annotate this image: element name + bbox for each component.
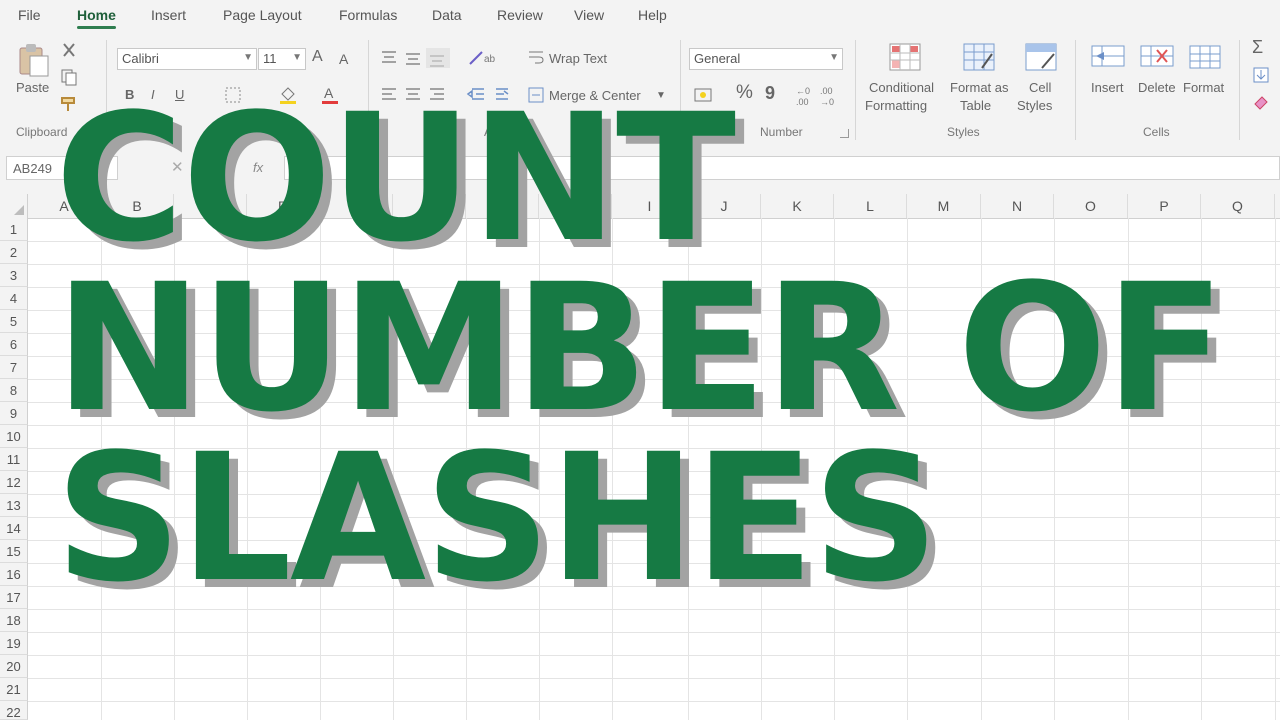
- row-header[interactable]: 22: [0, 701, 28, 720]
- number-format-value: General: [694, 51, 741, 66]
- row-header[interactable]: 7: [0, 356, 28, 379]
- wrap-text-button[interactable]: Wrap Text: [549, 50, 607, 68]
- row-header[interactable]: 8: [0, 379, 28, 402]
- row-header[interactable]: 4: [0, 287, 28, 310]
- row-header[interactable]: 3: [0, 264, 28, 287]
- font-name-value: Calibri: [122, 51, 159, 66]
- font-name-select[interactable]: Calibri ▼: [117, 48, 257, 70]
- menu-bar: File Home Insert Page Layout Formulas Da…: [0, 0, 1280, 34]
- cut-icon[interactable]: [60, 42, 78, 60]
- format-cells-icon: [1189, 45, 1221, 69]
- paste-icon: [19, 44, 49, 77]
- title-line-3: SLASHES: [55, 416, 939, 621]
- font-size-select[interactable]: 11 ▼: [258, 48, 306, 70]
- row-header[interactable]: 11: [0, 448, 28, 471]
- tab-formulas[interactable]: Formulas: [339, 7, 397, 23]
- clear-icon[interactable]: [1252, 92, 1270, 110]
- tab-insert[interactable]: Insert: [151, 7, 186, 23]
- row-header[interactable]: 14: [0, 517, 28, 540]
- row-header[interactable]: 1: [0, 218, 28, 241]
- shrink-font-button[interactable]: A: [339, 50, 348, 68]
- number-format-select[interactable]: General ▼: [689, 48, 843, 70]
- name-box-value: AB249: [13, 161, 53, 176]
- orientation-icon[interactable]: ab: [466, 48, 498, 68]
- cell-styles-icon: [1025, 43, 1057, 71]
- svg-text:ab: ab: [484, 54, 496, 65]
- row-header[interactable]: 17: [0, 586, 28, 609]
- row-header[interactable]: 2: [0, 241, 28, 264]
- tab-help[interactable]: Help: [638, 7, 667, 23]
- row-header[interactable]: 13: [0, 494, 28, 517]
- row-header[interactable]: 21: [0, 678, 28, 701]
- gridline: [28, 655, 1280, 656]
- paste-label: Paste: [16, 80, 50, 95]
- title-line-2: NUMBER OF: [55, 246, 1225, 451]
- tab-file[interactable]: File: [18, 7, 41, 23]
- row-header[interactable]: 9: [0, 402, 28, 425]
- tab-data[interactable]: Data: [432, 7, 462, 23]
- grow-font-button[interactable]: A: [312, 48, 323, 66]
- autosum-button[interactable]: Σ: [1252, 38, 1263, 56]
- row-header[interactable]: 6: [0, 333, 28, 356]
- delete-cells-icon: [1140, 45, 1174, 67]
- tab-view[interactable]: View: [574, 7, 604, 23]
- wrap-text-icon: [529, 51, 544, 64]
- insert-cells-icon: [1091, 45, 1125, 67]
- chevron-down-icon: ▼: [243, 52, 253, 63]
- select-all-button[interactable]: [0, 194, 28, 218]
- title-line-1: COUNT: [55, 76, 736, 281]
- separator: [1239, 40, 1240, 140]
- row-header[interactable]: 5: [0, 310, 28, 333]
- row-header[interactable]: 15: [0, 540, 28, 563]
- row-header[interactable]: 10: [0, 425, 28, 448]
- gridline: [28, 632, 1280, 633]
- row-header[interactable]: 16: [0, 563, 28, 586]
- conditional-formatting-icon: [889, 43, 921, 71]
- row-header[interactable]: 19: [0, 632, 28, 655]
- tab-review[interactable]: Review: [497, 7, 543, 23]
- fill-icon[interactable]: [1252, 66, 1270, 84]
- gridline: [28, 701, 1280, 702]
- chevron-down-icon: ▼: [829, 52, 839, 63]
- gridline: [28, 678, 1280, 679]
- tab-home[interactable]: Home: [77, 7, 116, 29]
- vertical-align-icons[interactable]: [380, 48, 452, 68]
- row-header[interactable]: 12: [0, 471, 28, 494]
- tab-page-layout[interactable]: Page Layout: [223, 7, 302, 23]
- row-header[interactable]: 20: [0, 655, 28, 678]
- font-size-value: 11: [263, 51, 277, 66]
- gridline: [1275, 218, 1276, 720]
- thumbnail-title: COUNT NUMBER OF SLASHES: [55, 76, 1225, 621]
- format-as-table-icon: [963, 43, 995, 71]
- chevron-down-icon: ▼: [292, 52, 302, 63]
- row-header[interactable]: 18: [0, 609, 28, 632]
